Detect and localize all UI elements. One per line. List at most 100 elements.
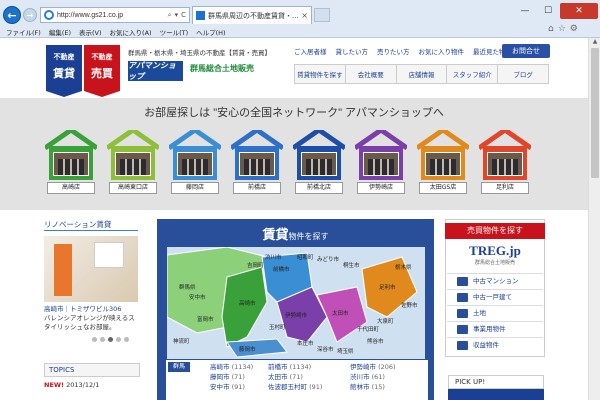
search-icon[interactable]: ⌕ [168,11,172,20]
map-label-tomioka[interactable]: 富岡市 [197,315,214,323]
map-label-takasaki[interactable]: 高崎市 [239,299,256,307]
store-house[interactable]: 前橋店 [229,130,285,196]
back-button[interactable]: ← [3,6,21,24]
link-residents[interactable]: ご入居者様 [294,46,327,56]
map-label-maebashi[interactable]: 前橋市 [273,265,290,273]
area-map[interactable]: 群馬県 栃木県 埼玉県 高崎市 前橋市 伊勢崎市 太田市 足利市 渋川市 桐生市… [167,247,425,359]
menu-file[interactable]: ファイル(F) [6,27,41,37]
nav-blog[interactable]: ブログ [498,65,548,83]
contact-button[interactable]: お問合せ [502,44,550,58]
menu-help[interactable]: ヘルプ(H) [196,27,225,37]
browser-tab[interactable]: 群馬県周辺の不動産賃貸・... × [192,6,312,24]
dropdown-icon[interactable]: ▾ [175,11,179,20]
map-label-shibukawa[interactable]: 渋川市 [265,253,282,261]
rent-logo-button[interactable]: 不動産 賃貸 [46,45,82,97]
area-link[interactable]: 伊勢崎市 (206) [350,362,396,372]
store-house[interactable]: 高崎東口店 [105,130,161,196]
map-label-tamamura[interactable]: 玉村町 [269,323,286,331]
renovation-caption-title[interactable]: 高崎市｜トミザワビル306 [44,305,121,313]
store-house[interactable]: 前橋北店 [291,130,347,196]
map-label-fujioka[interactable]: 藤岡市 [239,345,256,353]
map-label-isesaki[interactable]: 伊勢崎市 [285,311,308,319]
area-link[interactable]: 前橋市 (1134) [268,362,322,372]
buy-heading[interactable]: 売買物件を探す [445,223,545,239]
renovation-heading[interactable]: リノベーション賃貸 [44,219,138,231]
favorites-star-icon[interactable]: ☆ [558,24,566,34]
renovation-photo[interactable] [44,236,138,302]
area-link[interactable]: 安中市 (91) [210,382,253,392]
slider-dot[interactable] [116,337,121,342]
area-link[interactable]: 佐波郡玉村町 (91) [268,382,322,392]
store-house[interactable]: 伊勢崎店 [353,130,409,196]
map-label-annaka[interactable]: 安中市 [189,293,206,301]
buy-item-used-house[interactable]: 中古一戸建て [447,289,543,304]
pickup-banner[interactable] [448,389,544,400]
map-label-oizumi[interactable]: 大泉町 [377,317,394,325]
store-label[interactable]: 前橋北店 [295,182,343,194]
home-icon[interactable]: ⌂ [548,24,554,34]
store-label[interactable]: 高崎店 [47,182,95,194]
minimize-button[interactable]: — [514,3,536,19]
map-label-sano[interactable]: 佐野市 [401,301,418,309]
store-house[interactable]: 藤岡店 [167,130,223,196]
scroll-thumb[interactable] [591,48,599,178]
apaman-logo[interactable]: アパマンショップ [128,61,183,81]
settings-gear-icon[interactable]: ⚙ [570,24,578,34]
vertical-scrollbar[interactable]: ▲ [588,38,600,400]
map-label-ashikaga[interactable]: 足利市 [379,283,396,291]
menu-view[interactable]: 表示(V) [79,27,102,37]
sale-logo-button[interactable]: 不動産 売買 [84,45,120,97]
store-label[interactable]: 前橋店 [233,182,281,194]
slider-dot[interactable] [108,337,113,342]
map-label-kiryu[interactable]: 桐生市 [343,261,360,269]
gunma-sogo-logo[interactable]: 群馬総合土地販売 [190,63,254,74]
nav-staff[interactable]: スタッフ紹介 [447,65,499,83]
area-link[interactable]: 渋川市 (61) [350,372,396,382]
map-label-honjo[interactable]: 本庄市 [297,339,314,347]
address-bar[interactable]: http://www.gs21.co.jp ⌕ ▾ C [40,7,190,23]
map-label-yoshioka[interactable]: 吉岡町 [247,262,264,269]
link-lend[interactable]: 貸したい方 [336,46,369,56]
map-label-ota[interactable]: 太田市 [332,309,349,317]
map-label-midori[interactable]: みどり市 [317,255,340,263]
store-label[interactable]: 足利店 [481,182,529,194]
area-link[interactable]: 高崎市 (1134) [210,362,253,372]
renovation-caption[interactable]: 高崎市｜トミザワビル306 バレンシアオレンジが映えるスタイリッシュなお部屋。 [44,305,140,332]
tab-close-icon[interactable]: × [301,11,308,20]
area-link[interactable]: 館林市 (15) [350,382,396,392]
menu-edit[interactable]: 編集(E) [49,27,71,37]
store-house[interactable]: 足利店 [477,130,533,196]
treg-logo[interactable]: TREG.jp 群馬総合土地販売 [445,243,545,269]
menu-favorites[interactable]: お気に入り(A) [110,27,152,37]
store-label[interactable]: 藤岡店 [171,182,219,194]
map-label-fukaya[interactable]: 深谷市 [317,345,334,353]
map-label-showa[interactable]: 昭和町 [297,253,314,261]
slider-dot[interactable] [100,337,105,342]
nav-stores[interactable]: 店舗情報 [397,65,448,83]
area-link[interactable]: 太田市 (71) [268,372,322,382]
map-label-chiyoda[interactable]: 千代田町 [357,325,380,333]
slider-dots[interactable] [92,337,129,342]
buy-item-used-condo[interactable]: 中古マンション [447,273,543,288]
slider-dot[interactable] [124,337,129,342]
url-text[interactable]: http://www.gs21.co.jp [57,12,123,19]
store-label[interactable]: 伊勢崎店 [357,182,405,194]
buy-item-business[interactable]: 事業用物件 [447,321,543,336]
store-house[interactable]: 高崎店 [43,130,99,196]
store-label[interactable]: 太田GS店 [419,182,467,194]
forward-button[interactable]: → [23,8,37,22]
refresh-icon[interactable]: C [181,11,186,20]
slider-dot[interactable] [92,337,97,342]
map-label-kanna[interactable]: 神流町 [173,337,190,345]
store-house[interactable]: 太田GS店 [415,130,471,196]
store-label[interactable]: 高崎東口店 [109,182,157,194]
menu-tools[interactable]: ツール(T) [160,27,189,37]
maximize-button[interactable]: ☐ [537,3,559,19]
area-link[interactable]: 藤岡市 (71) [210,372,253,382]
buy-item-income[interactable]: 収益物件 [447,337,543,352]
link-sell[interactable]: 売りたい方 [377,46,410,56]
new-tab-button[interactable] [314,8,330,22]
link-favorites[interactable]: お気に入り物件 [419,46,465,56]
news-item[interactable]: NEW! 2013/12/1 [44,381,140,389]
scroll-up-icon[interactable]: ▲ [589,38,600,47]
